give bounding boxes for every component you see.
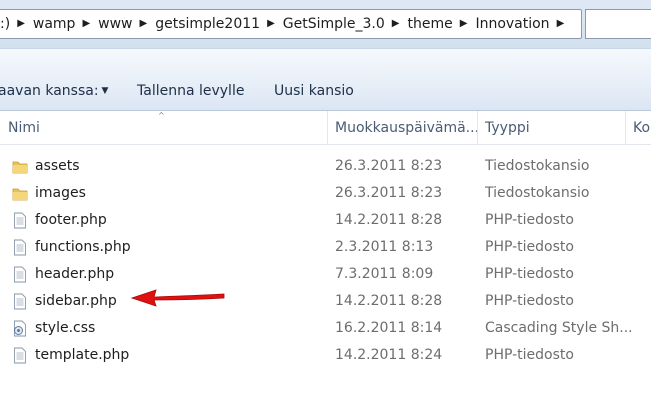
breadcrumb-wamp[interactable]: wamp [27,10,81,38]
file-type: PHP-tiedosto [485,347,574,363]
list-item[interactable]: style.css 16.2.2011 8:14 Cascading Style… [0,315,651,342]
search-input[interactable] [585,9,651,39]
list-item[interactable]: footer.php 14.2.2011 8:28 PHP-tiedosto [0,207,651,234]
share-with-button[interactable]: aavan kanssa: ▼ [0,83,108,99]
sort-up-icon: ^ [158,111,165,120]
breadcrumb-theme[interactable]: theme [402,10,458,38]
red-arrow-icon [130,289,225,307]
breadcrumb-drive[interactable]: :) [0,10,15,38]
file-list: assets 26.3.2011 8:23 Tiedostokansio ima… [0,153,651,369]
file-name: assets [35,158,80,174]
address-bar-area: :) ▶ wamp ▶ www ▶ getsimple2011 ▶ GetSimple_3.0 ▶… [0,0,651,48]
breadcrumb-separator-icon[interactable]: ▶ [390,10,402,38]
breadcrumb-innovation[interactable]: Innovation [469,10,554,38]
file-date: 14.2.2011 8:24 [335,347,443,363]
file-icon [14,266,26,283]
breadcrumb-www[interactable]: www [92,10,137,38]
file-date: 7.3.2011 8:09 [335,266,434,282]
css-file-icon [14,320,26,337]
file-type: PHP-tiedosto [485,266,574,282]
list-item[interactable]: sidebar.php 14.2.2011 8:28 PHP-tiedosto [0,288,651,315]
file-date: 14.2.2011 8:28 [335,293,443,309]
file-name: template.php [35,347,130,363]
chevron-down-icon: ▼ [101,86,109,96]
column-header-size[interactable]: Ko [625,111,651,145]
file-type: Cascading Style Sh... [485,320,633,336]
file-name: header.php [35,266,115,282]
breadcrumb-getsimple-3[interactable]: GetSimple_3.0 [277,10,390,38]
command-bar: aavan kanssa: ▼ Tallenna levylle Uusi kan… [0,48,651,111]
file-name: images [35,185,86,201]
list-item[interactable]: images 26.3.2011 8:23 Tiedostokansio [0,180,651,207]
file-name: sidebar.php [35,293,117,309]
file-type: Tiedostokansio [485,158,590,174]
file-name: footer.php [35,212,107,228]
file-icon [14,212,26,229]
column-header-type[interactable]: Tyyppi [477,111,625,145]
file-date: 26.3.2011 8:23 [335,185,443,201]
file-icon [14,293,26,310]
new-folder-button[interactable]: Uusi kansio [274,83,354,99]
breadcrumb-separator-icon[interactable]: ▶ [458,10,470,38]
breadcrumb-getsimple2011[interactable]: getsimple2011 [149,10,265,38]
file-date: 14.2.2011 8:28 [335,212,443,228]
share-with-label: aavan kanssa: [0,83,99,99]
list-item[interactable]: template.php 14.2.2011 8:24 PHP-tiedosto [0,342,651,369]
file-type: PHP-tiedosto [485,293,574,309]
breadcrumb-separator-icon[interactable]: ▶ [138,10,150,38]
file-icon [14,239,26,256]
file-type: Tiedostokansio [485,185,590,201]
file-date: 16.2.2011 8:14 [335,320,443,336]
breadcrumb-separator-icon[interactable]: ▶ [80,10,92,38]
folder-icon [12,188,28,201]
column-header-name[interactable]: Nimi ^ [0,111,327,145]
burn-button[interactable]: Tallenna levylle [137,83,244,99]
column-header-name-label: Nimi [8,120,40,136]
list-item[interactable]: assets 26.3.2011 8:23 Tiedostokansio [0,153,651,180]
address-bar[interactable]: :) ▶ wamp ▶ www ▶ getsimple2011 ▶ GetSimple_3.0 ▶… [0,9,582,39]
file-name: functions.php [35,239,131,255]
file-icon [14,347,26,364]
column-header-date[interactable]: Muokkauspäivämä... [327,111,477,145]
file-type: PHP-tiedosto [485,212,574,228]
list-item[interactable]: header.php 7.3.2011 8:09 PHP-tiedosto [0,261,651,288]
column-headers: Nimi ^ Muokkauspäivämä... Tyyppi Ko [0,111,651,145]
breadcrumb-separator-icon[interactable]: ▶ [15,10,27,38]
breadcrumb-separator-icon[interactable]: ▶ [555,10,567,38]
file-type: PHP-tiedosto [485,239,574,255]
breadcrumb-separator-icon[interactable]: ▶ [265,10,277,38]
file-date: 26.3.2011 8:23 [335,158,443,174]
list-item[interactable]: functions.php 2.3.2011 8:13 PHP-tiedosto [0,234,651,261]
file-name: style.css [35,320,96,336]
file-date: 2.3.2011 8:13 [335,239,434,255]
folder-icon [12,161,28,174]
